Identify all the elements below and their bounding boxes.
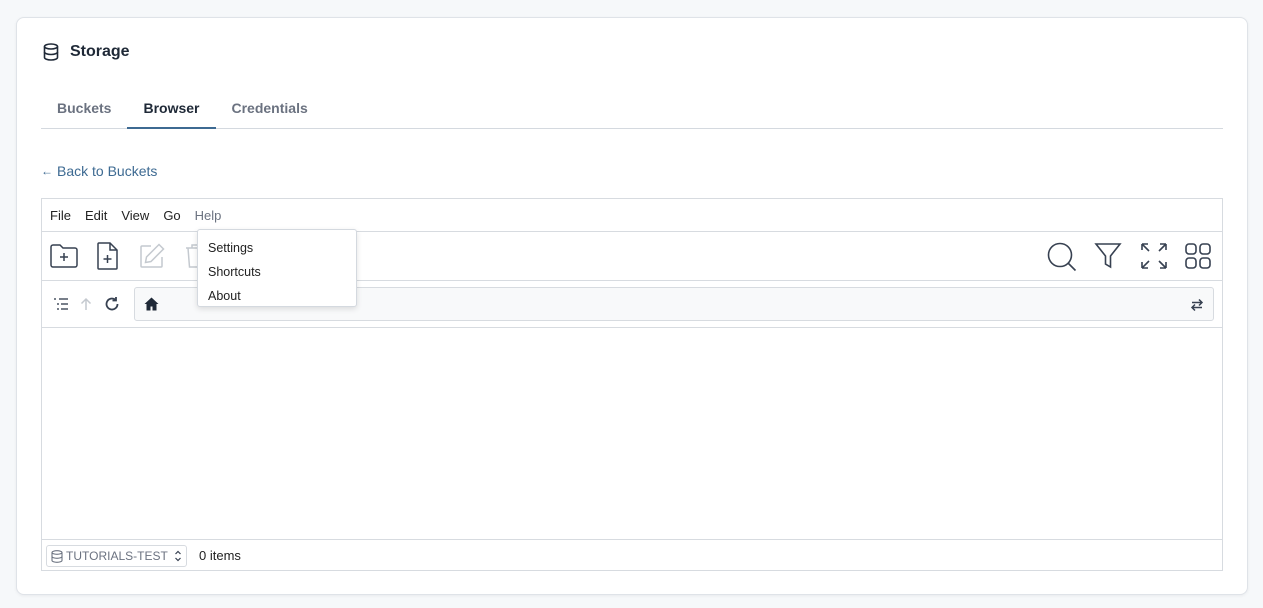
- swap-icon[interactable]: [1189, 297, 1205, 313]
- filter-button[interactable]: [1093, 241, 1123, 271]
- refresh-button[interactable]: [103, 295, 121, 313]
- bucket-select[interactable]: TUTORIALS-TEST: [46, 545, 187, 567]
- fullscreen-icon: [1141, 243, 1167, 269]
- search-icon: [1047, 242, 1077, 272]
- menu-bar: File Edit View Go Help: [42, 199, 1222, 232]
- new-file-button[interactable]: [93, 241, 123, 271]
- tree-toggle-button[interactable]: [52, 295, 70, 313]
- select-chevron-icon: [175, 550, 181, 562]
- back-arrow-icon: ←: [41, 164, 53, 178]
- bucket-select-value: TUTORIALS-TEST: [66, 549, 168, 563]
- menu-item-about[interactable]: About: [198, 284, 356, 308]
- menu-view[interactable]: View: [121, 208, 157, 223]
- fullscreen-button[interactable]: [1139, 241, 1169, 271]
- menu-item-shortcuts[interactable]: Shortcuts: [198, 260, 356, 284]
- rename-icon: [140, 243, 165, 268]
- tab-browser[interactable]: Browser: [127, 96, 216, 129]
- up-button[interactable]: [77, 295, 95, 313]
- database-icon: [51, 549, 63, 563]
- tab-buckets[interactable]: Buckets: [41, 96, 127, 129]
- tree-list-icon: [54, 298, 68, 310]
- help-menu-dropdown: Settings Shortcuts About: [197, 229, 357, 307]
- new-file-icon: [97, 242, 118, 270]
- back-link-label: Back to Buckets: [57, 163, 158, 179]
- filter-icon: [1094, 243, 1122, 269]
- new-folder-button[interactable]: [49, 241, 79, 271]
- file-list-area[interactable]: [42, 327, 1222, 540]
- tab-credentials[interactable]: Credentials: [216, 96, 324, 129]
- home-icon[interactable]: [144, 297, 159, 311]
- search-button[interactable]: [1045, 240, 1079, 274]
- page-header: Storage: [41, 42, 130, 62]
- arrow-up-icon: [80, 297, 92, 310]
- menu-item-settings[interactable]: Settings: [198, 236, 356, 260]
- menu-edit[interactable]: Edit: [85, 208, 115, 223]
- back-to-buckets-link[interactable]: ← Back to Buckets: [41, 163, 157, 179]
- menu-help[interactable]: Help: [195, 208, 230, 223]
- menu-file[interactable]: File: [50, 208, 79, 223]
- grid-view-icon: [1185, 243, 1211, 269]
- menu-go[interactable]: Go: [163, 208, 188, 223]
- refresh-icon: [105, 297, 119, 311]
- rename-button[interactable]: [137, 241, 167, 271]
- grid-view-button[interactable]: [1183, 241, 1213, 271]
- page-title: Storage: [70, 43, 130, 60]
- new-folder-icon: [50, 244, 78, 268]
- status-bar: TUTORIALS-TEST 0 items: [42, 540, 1222, 571]
- item-count: 0 items: [199, 548, 241, 563]
- tab-bar: Buckets Browser Credentials: [41, 96, 1223, 129]
- database-icon: [43, 43, 59, 61]
